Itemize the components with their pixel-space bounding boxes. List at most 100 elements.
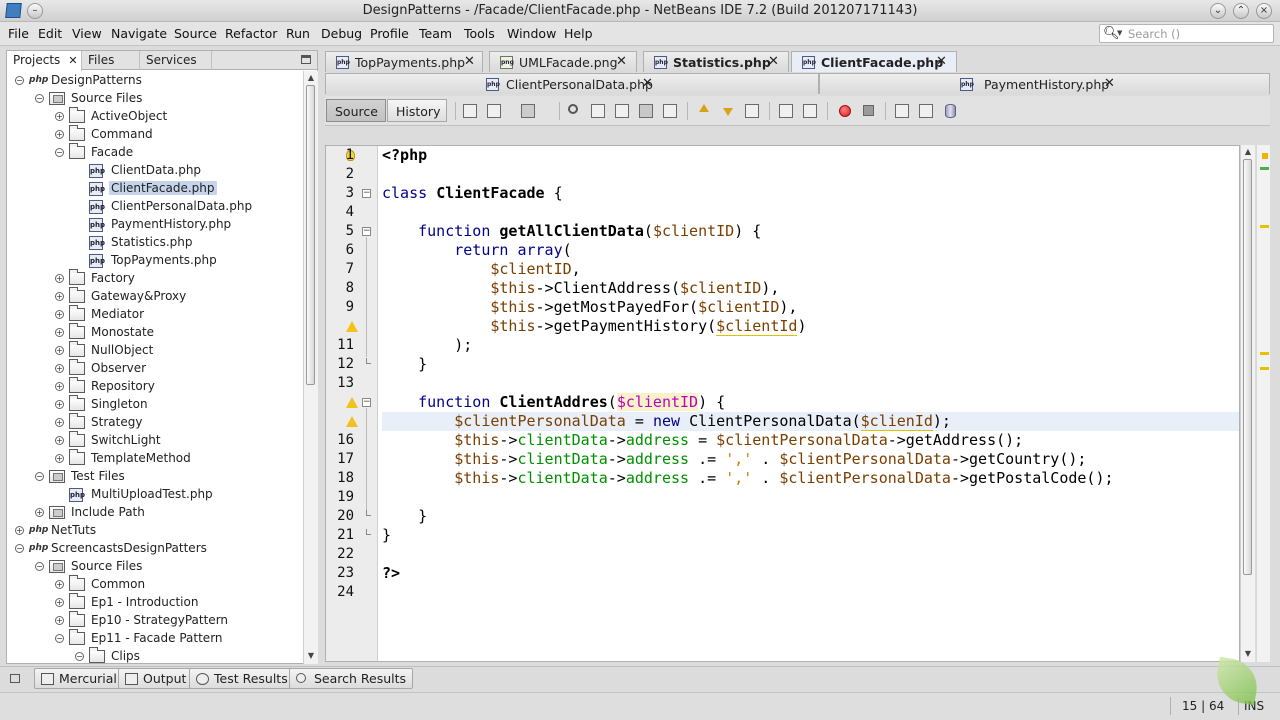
tab-clientpersonaldata[interactable]: php ClientPersonalData.php ✕ (325, 73, 819, 94)
code-line[interactable]: $this->clientData->address .= ',' . $cli… (382, 450, 1239, 469)
database-icon[interactable] (945, 104, 956, 118)
code-line[interactable]: return array( (382, 241, 1239, 260)
editor-scrollbar[interactable]: ▲ ▼ (1240, 145, 1255, 662)
close-icon[interactable]: ✕ (68, 54, 77, 67)
editor-scroll-thumb[interactable] (1243, 159, 1252, 575)
expand-node-icon[interactable]: + (55, 436, 64, 445)
tab-umlfacade[interactable]: png UMLFacade.png ✕ (489, 51, 637, 72)
warning-icon[interactable] (346, 416, 358, 427)
tree-item[interactable]: php ClientData.php (7, 162, 303, 180)
tree-item[interactable]: − Test Files (7, 468, 303, 486)
tree-item[interactable]: + Command (7, 125, 303, 144)
quick-search-input[interactable]: 🔍︎ ▼ Search () (1099, 24, 1274, 43)
toggle-highlight-icon[interactable] (639, 104, 653, 118)
scroll-up-icon[interactable]: ▲ (1243, 148, 1253, 156)
tree-item[interactable]: + Ep10 - StrategyPattern (7, 611, 303, 630)
code-line[interactable]: } (382, 355, 1239, 374)
code-editor[interactable]: − − − 1 2 3 4 5 6 7 8 9 11 12 13 16 17 18 19 20 21 22 23 24 … (325, 145, 1240, 662)
expand-node-icon[interactable]: + (55, 616, 64, 625)
tree-item[interactable]: − Source Files (7, 90, 303, 108)
menu-source[interactable]: Source (174, 26, 217, 41)
tree-item[interactable]: + NullObject (7, 341, 303, 360)
comment-icon[interactable] (895, 104, 909, 118)
close-tab-icon[interactable]: ✕ (642, 76, 653, 91)
close-window-button[interactable]: × (1256, 3, 1272, 19)
find-next-icon[interactable] (615, 104, 629, 118)
stop-macro-record-icon[interactable] (863, 105, 874, 116)
code-line[interactable]: function getAllClientData($clientID) { (382, 222, 1239, 241)
fold-function-icon[interactable]: − (362, 227, 371, 236)
source-view-button[interactable]: Source (326, 99, 386, 122)
code-line[interactable]: $this->clientData->address = $clientPers… (382, 431, 1239, 450)
shift-left-icon[interactable] (779, 104, 793, 118)
minimize-panel-button[interactable] (301, 55, 311, 64)
scroll-down-icon[interactable]: ▼ (1243, 650, 1253, 658)
code-line[interactable]: $this->getMostPayedFor($clientID), (382, 298, 1239, 317)
close-tab-icon[interactable]: ✕ (936, 54, 947, 69)
forward-icon[interactable] (521, 104, 535, 118)
tree-item[interactable]: + Observer (7, 359, 303, 378)
tree-item[interactable]: − Source Files (7, 558, 303, 576)
warning-icon[interactable] (346, 397, 358, 408)
code-line[interactable]: $this->ClientAddress($clientID), (382, 279, 1239, 298)
tree-scrollbar[interactable]: ▲ ▼ (303, 71, 318, 664)
expand-node-icon[interactable]: + (55, 130, 64, 139)
last-edit-icon[interactable] (463, 104, 477, 118)
expand-node-icon[interactable]: + (55, 310, 64, 319)
expand-node-icon[interactable]: + (55, 328, 64, 337)
tree-item[interactable]: + TemplateMethod (7, 449, 303, 468)
code-line[interactable]: $this->getPaymentHistory($clientId) (382, 317, 1239, 336)
tree-item[interactable]: + Include Path (7, 504, 303, 522)
search-dropdown-icon[interactable]: ▼ (1117, 29, 1122, 37)
tree-item[interactable]: + ActiveObject (7, 107, 303, 126)
output-window-button[interactable]: Output (118, 668, 194, 689)
menu-refactor[interactable]: Refactor (225, 26, 277, 41)
test-results-window-button[interactable]: Test Results (189, 668, 295, 689)
code-line[interactable]: $this->clientData->address .= ',' . $cli… (382, 469, 1239, 488)
tab-files[interactable]: Files (82, 51, 140, 70)
tree-scroll-thumb[interactable] (306, 85, 315, 385)
code-area[interactable]: <?php class ClientFacade { function getAl… (382, 146, 1239, 661)
fold-function-icon[interactable]: − (362, 398, 371, 407)
tree-item[interactable]: php MultiUploadTest.php (7, 486, 303, 504)
code-line[interactable]: } (382, 507, 1239, 526)
tree-item[interactable]: php ClientFacade.php (7, 180, 303, 198)
back-icon[interactable] (487, 104, 501, 118)
warning-marker[interactable] (1260, 367, 1269, 370)
expand-node-icon[interactable]: + (55, 382, 64, 391)
current-code-line[interactable]: $clientPersonalData = new ClientPersonal… (382, 412, 1239, 431)
warning-icon[interactable] (346, 321, 358, 332)
warning-status-marker[interactable] (1262, 153, 1268, 159)
expand-node-icon[interactable]: + (55, 364, 64, 373)
menu-file[interactable]: File (8, 26, 29, 41)
collapse-node-icon[interactable]: − (55, 634, 64, 643)
code-line[interactable]: class ClientFacade { (382, 184, 1239, 203)
minimize-button[interactable]: ⌄ (1210, 3, 1226, 19)
menu-view[interactable]: View (72, 26, 102, 41)
code-line[interactable]: ); (382, 336, 1239, 355)
expand-node-icon[interactable]: + (55, 292, 64, 301)
expand-node-icon[interactable]: + (55, 400, 64, 409)
error-stripe[interactable] (1256, 145, 1270, 662)
tree-item[interactable]: + Factory (7, 269, 303, 288)
tree-item[interactable]: − Facade (7, 143, 303, 162)
tree-item[interactable]: + Monostate (7, 323, 303, 342)
tree-item[interactable]: + Ep1 - Introduction (7, 593, 303, 612)
warning-marker[interactable] (1260, 225, 1269, 228)
close-tab-icon[interactable]: ✕ (1104, 76, 1115, 91)
code-line[interactable] (382, 488, 1239, 507)
scroll-down-icon[interactable]: ▼ (306, 652, 316, 660)
code-line[interactable] (382, 203, 1239, 222)
code-line[interactable]: <?php (382, 146, 1239, 165)
expand-node-icon[interactable]: + (55, 580, 64, 589)
menu-tools[interactable]: Tools (464, 26, 495, 41)
expand-node-icon[interactable]: + (55, 112, 64, 121)
collapse-node-icon[interactable]: − (35, 562, 44, 571)
warning-marker[interactable] (1260, 352, 1269, 355)
tree-item[interactable]: + Repository (7, 377, 303, 396)
tree-item[interactable]: php TopPayments.php (7, 252, 303, 270)
tab-clientfacade[interactable]: php ClientFacade.php ✕ (791, 51, 957, 72)
tree-item[interactable]: − Clips (7, 647, 303, 665)
tree-item[interactable]: + SwitchLight (7, 431, 303, 450)
tree-item[interactable]: php Statistics.php (7, 234, 303, 252)
